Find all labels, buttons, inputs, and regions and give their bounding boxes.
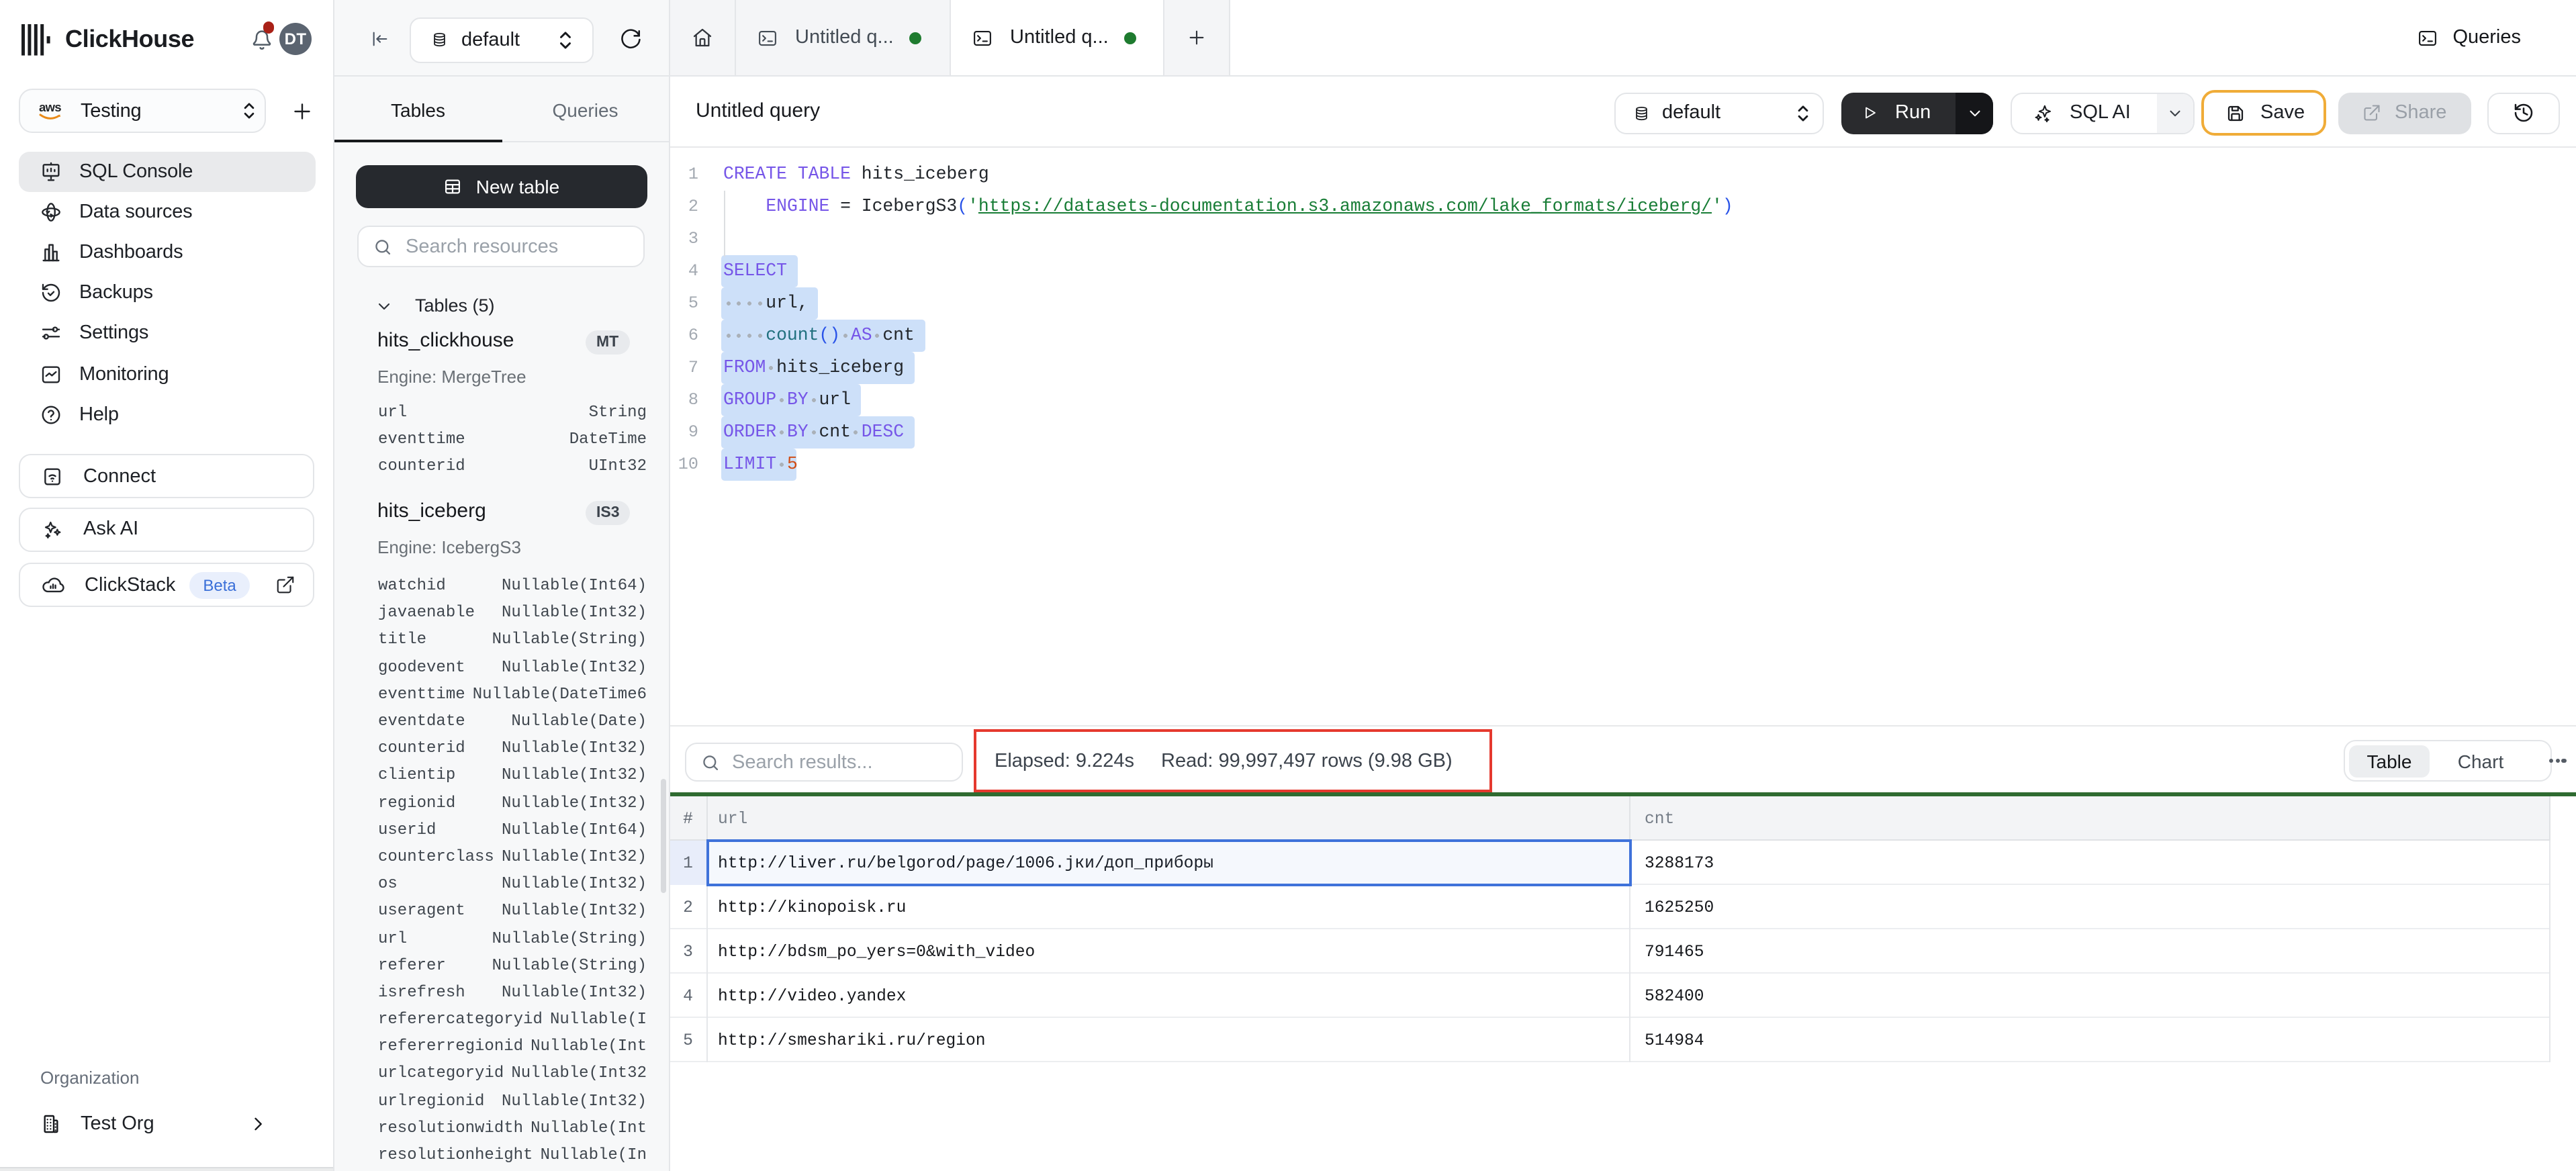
svg-text:aws: aws — [39, 100, 61, 114]
